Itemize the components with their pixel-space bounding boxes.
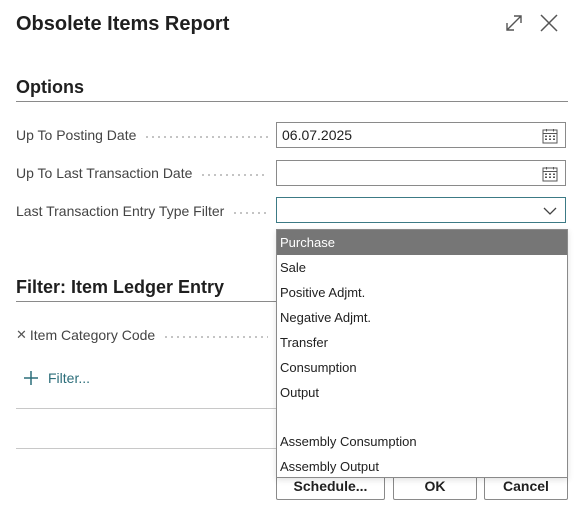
dialog-title: Obsolete Items Report	[16, 13, 230, 35]
filter-section-title: Filter: Item Ledger Entry	[16, 277, 225, 297]
dotted-leader	[144, 135, 268, 138]
dropdown-option-purchase[interactable]: Purchase	[277, 230, 567, 255]
entry-type-dropdown-list: Purchase Sale Positive Adjmt. Negative A…	[276, 229, 568, 478]
dotted-leader	[163, 335, 268, 338]
divider	[16, 448, 276, 449]
divider	[16, 408, 276, 409]
close-button[interactable]	[538, 12, 560, 34]
dropdown-option-transfer[interactable]: Transfer	[277, 330, 567, 355]
up-to-posting-date-input[interactable]: 06.07.2025	[276, 122, 566, 148]
options-divider	[16, 101, 568, 102]
expand-button[interactable]	[503, 12, 525, 34]
dropdown-option-consumption[interactable]: Consumption	[277, 355, 567, 380]
dotted-leader	[200, 173, 268, 176]
filter-divider	[16, 301, 276, 302]
dropdown-option-sale[interactable]: Sale	[277, 255, 567, 280]
item-category-code-label: ✕ Item Category Code	[16, 325, 274, 345]
dropdown-option-assembly-consumption[interactable]: Assembly Consumption	[277, 429, 567, 454]
add-filter-button[interactable]: Filter...	[22, 368, 90, 388]
up-to-posting-date-value: 06.07.2025	[282, 127, 353, 143]
dropdown-option-blank[interactable]	[277, 405, 567, 430]
plus-icon	[24, 371, 38, 385]
calendar-icon[interactable]	[542, 166, 558, 182]
up-to-last-transaction-date-input[interactable]	[276, 160, 566, 186]
options-section-title: Options	[16, 77, 84, 97]
expand-diagonal-icon	[506, 15, 522, 31]
last-transaction-entry-type-filter-select[interactable]	[276, 197, 566, 223]
up-to-posting-date-label: Up To Posting Date	[16, 125, 274, 145]
last-transaction-entry-type-filter-label: Last Transaction Entry Type Filter	[16, 201, 274, 221]
dropdown-option-assembly-output[interactable]: Assembly Output	[277, 454, 567, 479]
close-icon	[540, 14, 558, 32]
up-to-last-transaction-date-label: Up To Last Transaction Date	[16, 163, 274, 183]
dotted-leader	[232, 211, 268, 214]
chevron-down-icon[interactable]	[543, 205, 557, 217]
add-filter-label: Filter...	[48, 370, 91, 386]
calendar-icon[interactable]	[542, 128, 558, 144]
dropdown-option-output[interactable]: Output	[277, 380, 567, 405]
remove-x-icon[interactable]: ✕	[16, 327, 27, 343]
dropdown-option-negative-adjmt[interactable]: Negative Adjmt.	[277, 305, 567, 330]
dropdown-option-positive-adjmt[interactable]: Positive Adjmt.	[277, 280, 567, 305]
